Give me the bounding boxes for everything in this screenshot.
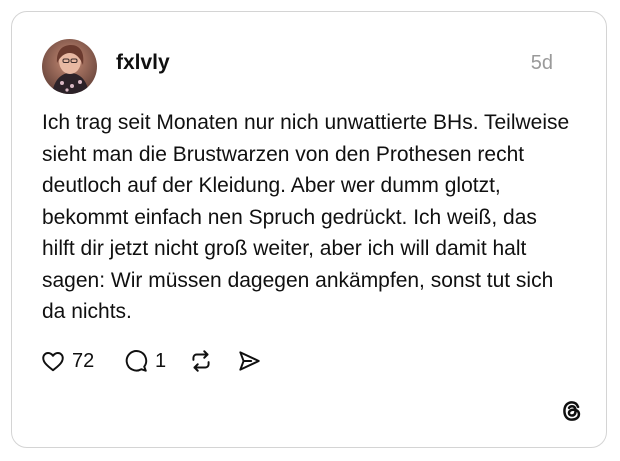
- repost-button[interactable]: [188, 347, 214, 375]
- share-button[interactable]: [236, 347, 262, 375]
- repost-icon: [188, 348, 214, 374]
- post-body: Ich trag seit Monaten nur nich unwattier…: [42, 111, 570, 323]
- post-timestamp: 5d: [530, 52, 553, 74]
- speech-bubble-icon: [123, 348, 149, 374]
- avatar[interactable]: [42, 39, 97, 94]
- send-icon: [236, 348, 262, 374]
- reply-count: 1: [155, 349, 167, 372]
- post-card: fxlvly 5d Ich trag seit Monaten nur nich…: [11, 11, 607, 448]
- heart-icon: [40, 348, 66, 374]
- like-count: 72: [72, 349, 95, 372]
- username[interactable]: fxlvly: [116, 51, 170, 75]
- reply-button[interactable]: 1: [123, 347, 166, 375]
- like-button[interactable]: 72: [40, 347, 94, 375]
- threads-logo-icon: [559, 398, 585, 424]
